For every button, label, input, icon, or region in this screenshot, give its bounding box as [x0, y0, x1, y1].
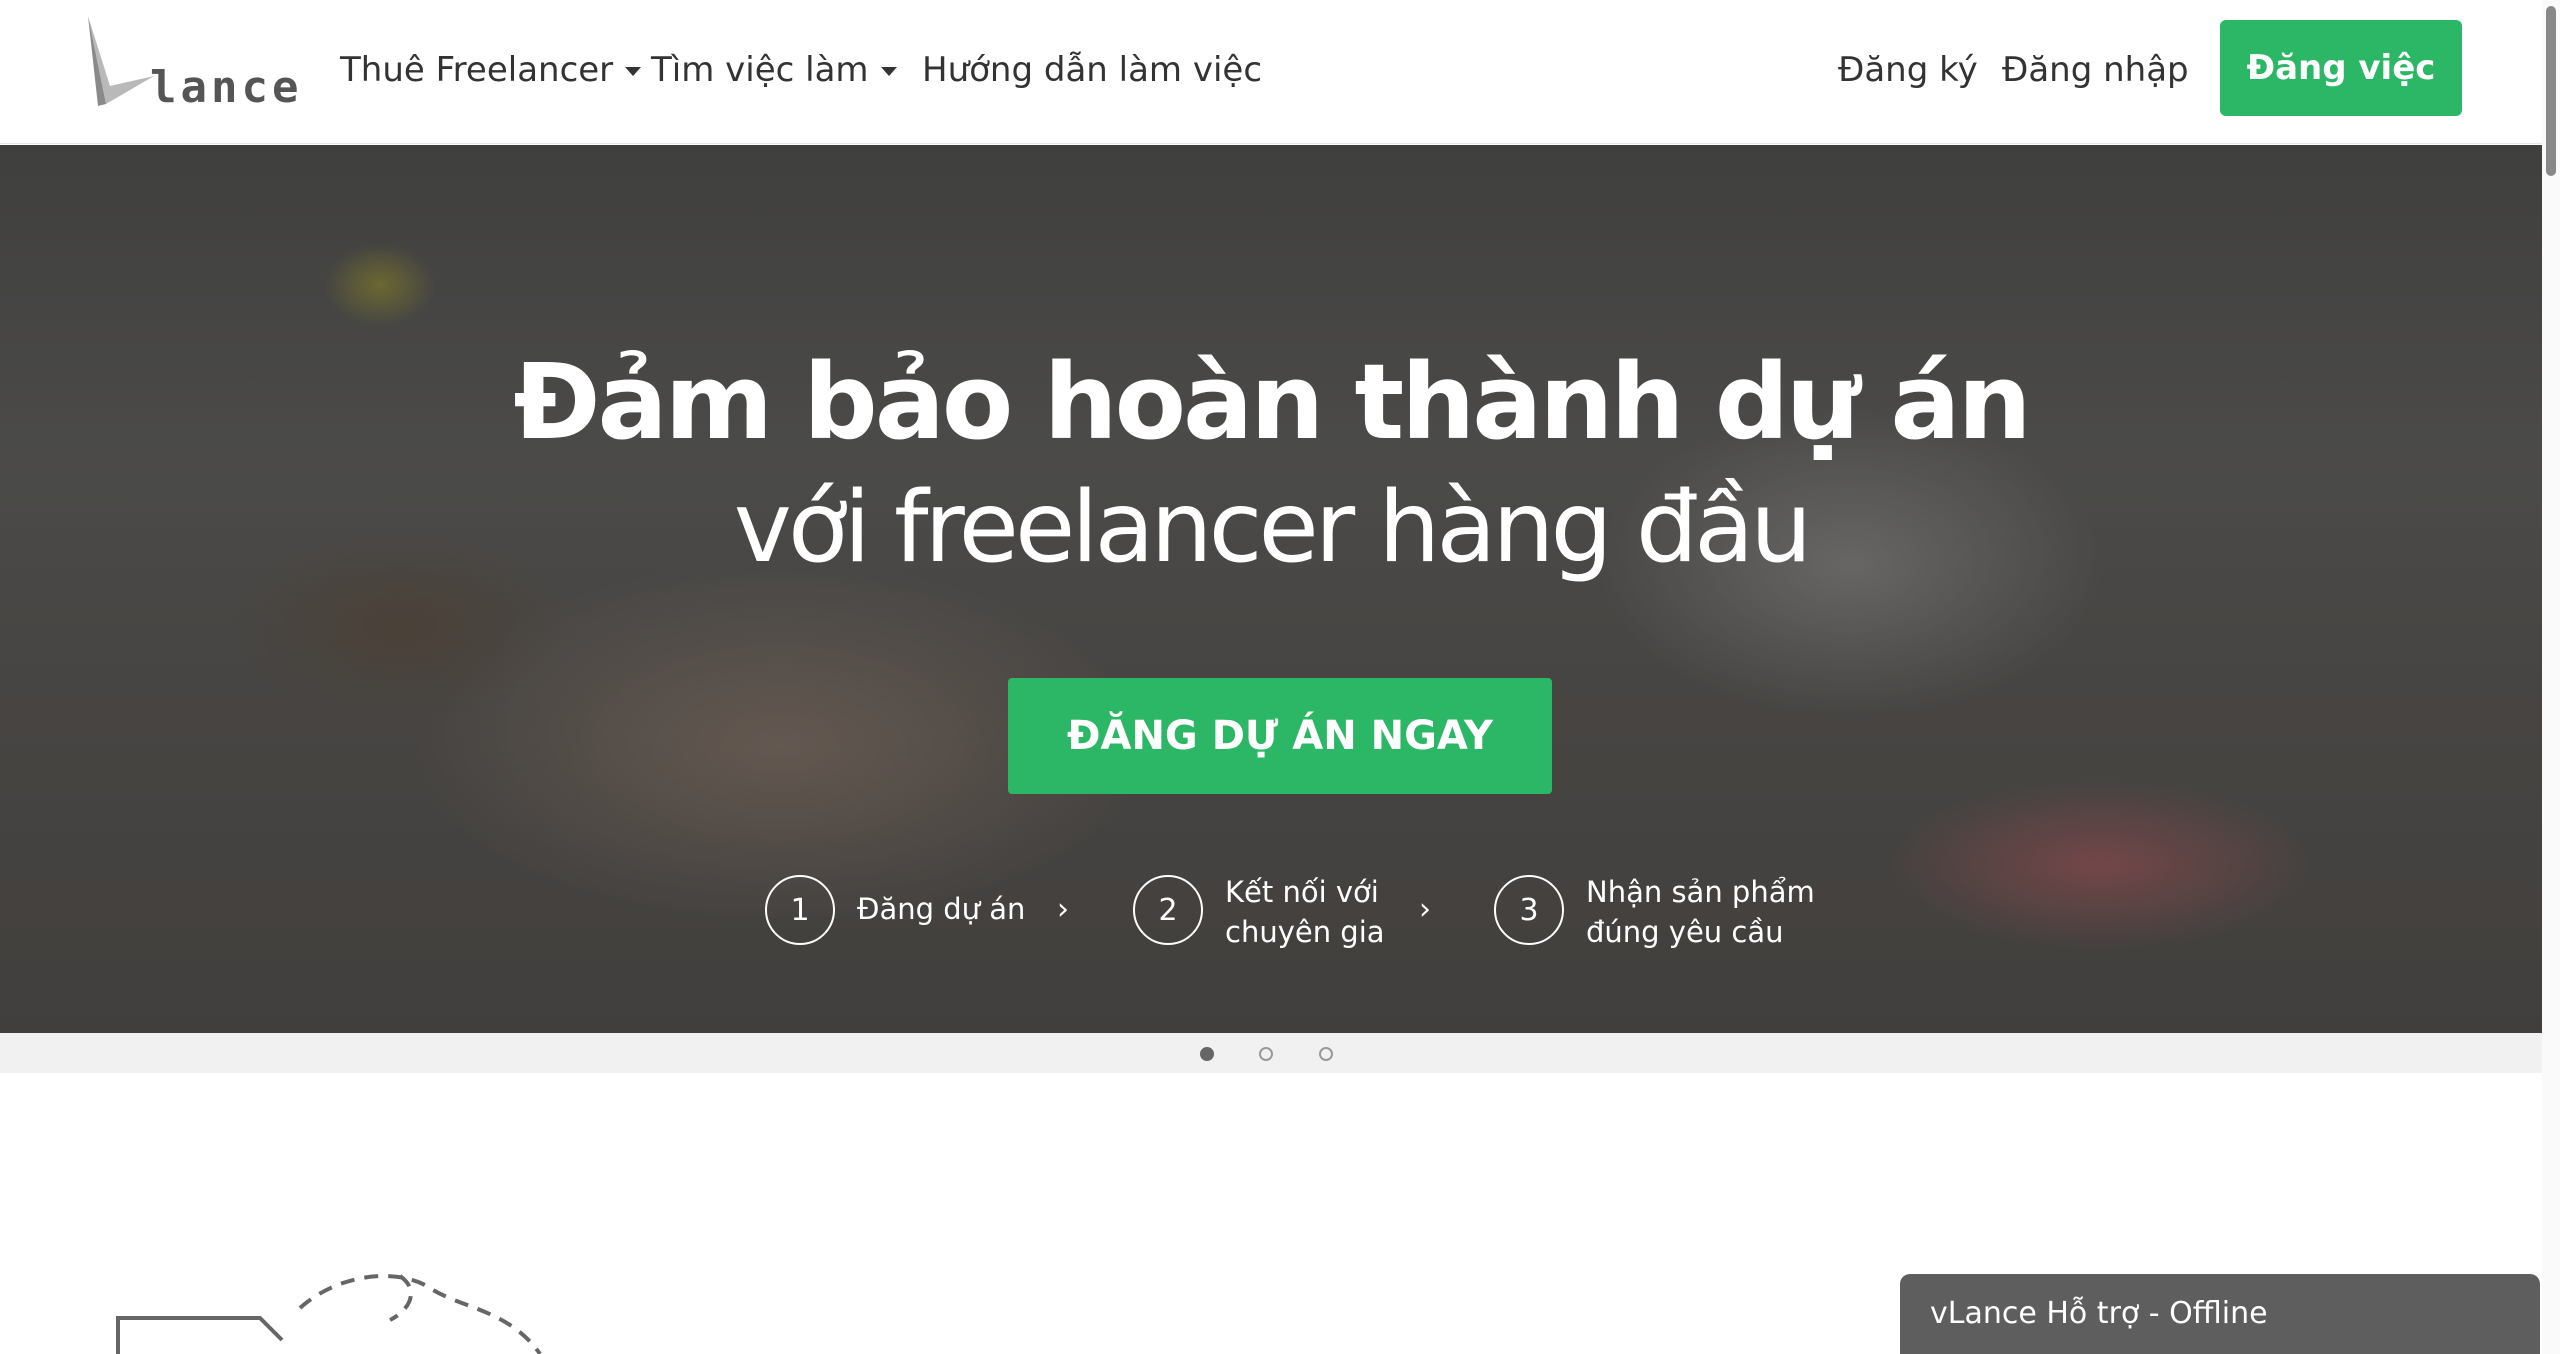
site-header: lance Thuê Freelancer Tìm việc làm Hướng… [0, 0, 2560, 144]
carousel-dot-2[interactable] [1259, 1047, 1273, 1061]
carousel-indicator-bar [0, 1033, 2542, 1073]
step-1-line1: Đăng dự án [857, 892, 1026, 926]
hero-subtitle: với freelancer hàng đầu [733, 471, 1813, 585]
caret-down-icon [625, 67, 642, 76]
step-2-line1: Kết nối với [1225, 875, 1379, 909]
step-1-text: Đăng dự án [857, 889, 1025, 929]
carousel-dot-3[interactable] [1319, 1047, 1333, 1061]
step-2-text: Kết nối với chuyên gia [1225, 872, 1385, 952]
step-3-line2: đúng yêu cầu [1586, 915, 1784, 949]
step-1-circle: 1 [765, 875, 835, 945]
step-2-line2: chuyên gia [1225, 915, 1385, 949]
vlance-logo[interactable]: lance [84, 14, 298, 114]
support-chat-widget[interactable]: vLance Hỗ trợ - Offline [1900, 1274, 2540, 1354]
package-delivery-illustration [116, 1274, 542, 1354]
post-job-button[interactable]: Đăng việc [2220, 20, 2462, 116]
section-illustration [110, 1270, 570, 1354]
chat-label: vLance Hỗ trợ - Offline [1930, 1296, 2268, 1331]
caret-down-icon [880, 67, 897, 76]
nav-hire-freelancer[interactable]: Thuê Freelancer [340, 50, 642, 90]
nav-hire-freelancer-label: Thuê Freelancer [340, 50, 614, 90]
carousel-dot-1[interactable] [1200, 1047, 1214, 1061]
nav-guide-label: Hướng dẫn làm việc [922, 50, 1263, 90]
step-3-line1: Nhận sản phẩm [1586, 875, 1815, 909]
scrollbar-thumb[interactable] [2546, 6, 2556, 176]
hero-banner: Đảm bảo hoàn thành dự án với freelancer … [0, 145, 2542, 1033]
chevron-right-icon: › [1057, 892, 1069, 927]
hero-title: Đảm bảo hoàn thành dự án [513, 341, 2031, 463]
logo-text: lance [150, 62, 303, 113]
login-link[interactable]: Đăng nhập [2002, 50, 2189, 90]
chevron-right-icon: › [1419, 892, 1431, 927]
nav-guide[interactable]: Hướng dẫn làm việc [922, 50, 1262, 90]
page-scrollbar[interactable] [2542, 0, 2560, 1354]
nav-find-job-label: Tìm việc làm [651, 50, 869, 90]
step-3-text: Nhận sản phẩm đúng yêu cầu [1586, 872, 1815, 952]
register-link[interactable]: Đăng ký [1838, 50, 1978, 90]
nav-find-job[interactable]: Tìm việc làm [651, 50, 897, 90]
post-project-now-button[interactable]: ĐĂNG DỰ ÁN NGAY [1008, 678, 1552, 794]
step-3-circle: 3 [1494, 875, 1564, 945]
step-2-circle: 2 [1133, 875, 1203, 945]
